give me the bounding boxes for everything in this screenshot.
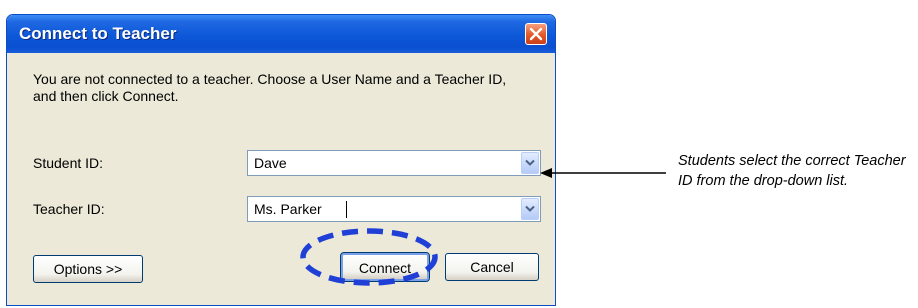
- dialog-body: You are not connected to a teacher. Choo…: [11, 53, 551, 301]
- close-button[interactable]: [525, 23, 547, 45]
- cancel-button[interactable]: Cancel: [445, 253, 539, 281]
- student-id-dropdown[interactable]: Dave: [247, 150, 541, 176]
- annotation-arrow: [540, 168, 666, 178]
- teacher-id-value: Ms. Parker: [254, 201, 322, 217]
- teacher-id-dropdown-button[interactable]: [521, 198, 539, 220]
- teacher-id-label: Teacher ID:: [33, 201, 105, 217]
- dialog-title: Connect to Teacher: [19, 24, 177, 43]
- student-id-value: Dave: [254, 155, 287, 171]
- dialog-message: You are not connected to a teacher. Choo…: [33, 71, 507, 104]
- teacher-id-dropdown[interactable]: Ms. Parker: [247, 196, 541, 222]
- text-cursor: [346, 201, 347, 218]
- close-icon: [529, 27, 543, 41]
- connect-highlight-circle: [300, 228, 438, 286]
- title-bar[interactable]: Connect to Teacher: [7, 15, 555, 53]
- student-id-label: Student ID:: [33, 155, 104, 171]
- student-id-dropdown-button[interactable]: [521, 152, 539, 174]
- connect-dialog: Connect to Teacher You are not connected…: [6, 14, 556, 306]
- annotation-text: Students select the correct Teacher ID f…: [678, 153, 906, 189]
- chevron-down-icon: [525, 159, 535, 166]
- options-button[interactable]: Options >>: [33, 255, 143, 283]
- chevron-down-icon: [525, 205, 535, 212]
